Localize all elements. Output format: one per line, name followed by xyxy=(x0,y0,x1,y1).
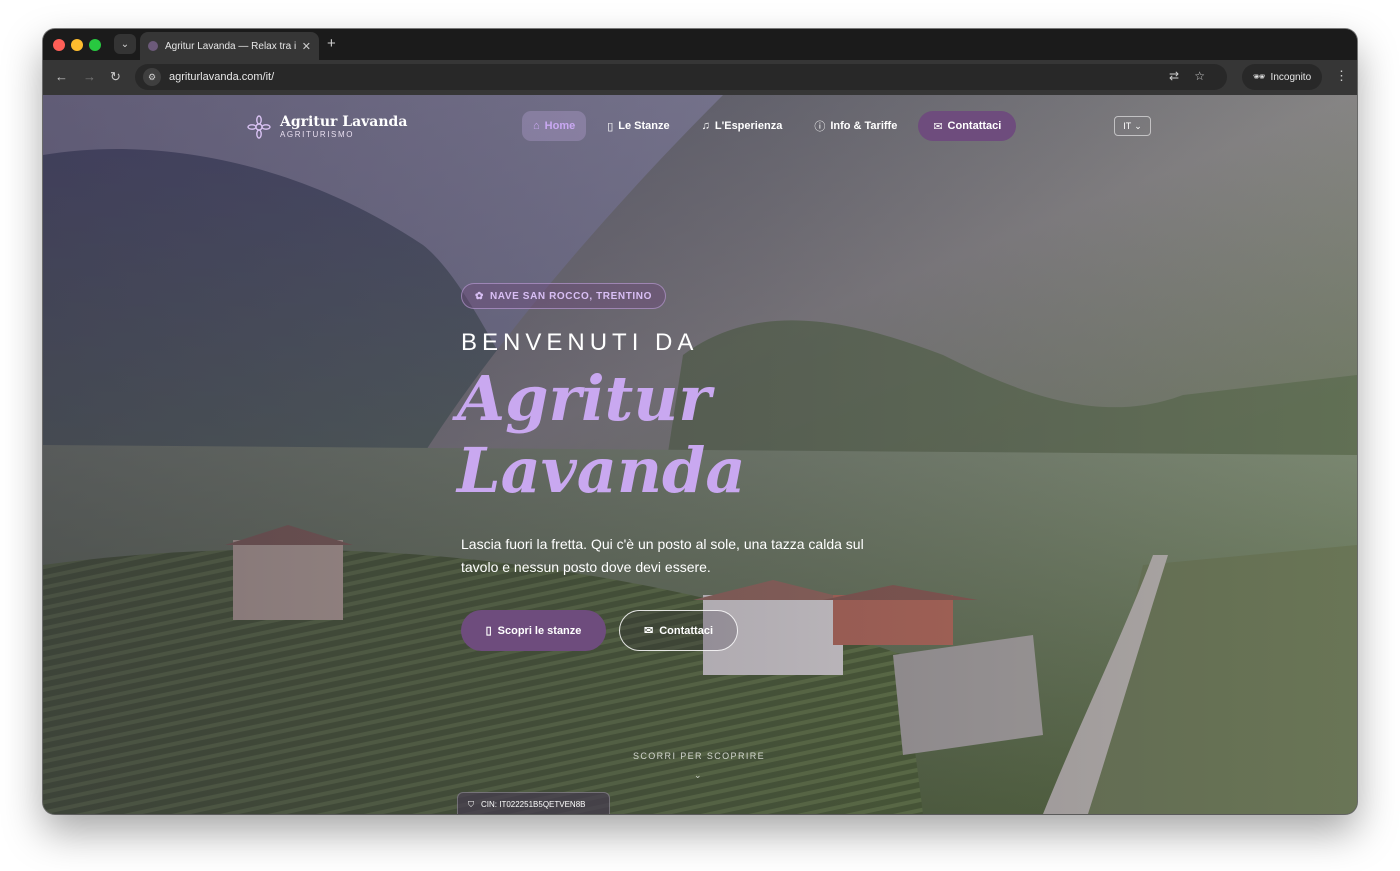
tab-close-icon[interactable]: ✕ xyxy=(302,40,311,53)
reload-icon[interactable]: ↻ xyxy=(110,69,121,85)
favicon-icon xyxy=(148,41,158,51)
lavender-flower-icon xyxy=(247,114,271,139)
primary-cta-label: Scopri le stanze xyxy=(497,624,582,637)
nav-label: Le Stanze xyxy=(618,120,670,132)
cin-text: CIN: IT022251B5QETVEN8B xyxy=(481,800,586,809)
browser-window: ⌄ Agritur Lavanda — Relax tra i ✕ + ← → … xyxy=(43,29,1357,814)
language-value: IT xyxy=(1123,121,1132,131)
nav-info-tariffe[interactable]: ⓘ Info & Tariffe xyxy=(803,111,908,141)
page-viewport: Agritur Lavanda AGRITURISMO ⌂ Home ▯ Le … xyxy=(43,95,1357,814)
logo-name: Agritur Lavanda xyxy=(280,114,408,130)
nav-le-stanze[interactable]: ▯ Le Stanze xyxy=(596,111,680,141)
main-navigation: ⌂ Home ▯ Le Stanze ♫ L'Esperienza ⓘ Info… xyxy=(522,111,1017,141)
site-logo[interactable]: Agritur Lavanda AGRITURISMO xyxy=(247,114,407,139)
hero-title-line2: Lavanda xyxy=(457,434,746,507)
nav-esperienza[interactable]: ♫ L'Esperienza xyxy=(691,111,794,141)
nav-label: Contattaci xyxy=(947,120,1002,132)
nav-label: L'Esperienza xyxy=(714,120,783,132)
location-text: NAVE SAN ROCCO, TRENTINO xyxy=(489,290,652,302)
maximize-window-button[interactable] xyxy=(89,39,101,51)
bookmark-star-icon[interactable]: ☆ xyxy=(1194,69,1205,83)
language-select[interactable]: IT ⌄ xyxy=(1114,116,1151,136)
site-info-icon[interactable]: ⚙ xyxy=(143,68,161,86)
incognito-label: Incognito xyxy=(1270,71,1312,83)
scroll-hint: SCORRI PER SCOPRIRE xyxy=(632,751,766,761)
chevron-down-icon[interactable]: ⌄ xyxy=(694,770,702,781)
browser-menu-icon[interactable]: ⋮ xyxy=(1335,68,1348,84)
tab-search-button[interactable]: ⌄ xyxy=(114,34,136,54)
incognito-badge[interactable]: 🕶 Incognito xyxy=(1242,64,1322,90)
chevron-down-icon: ⌄ xyxy=(1134,120,1142,131)
cin-badge: ⛉ CIN: IT022251B5QETVEN8B xyxy=(457,792,610,814)
mail-icon: ✉ xyxy=(933,120,943,133)
flower-icon: ✿ xyxy=(475,290,484,302)
hero-tagline: Lascia fuori la fretta. Qui c'è un posto… xyxy=(461,536,864,575)
translate-icon[interactable]: ⇄ xyxy=(1169,69,1179,83)
secondary-cta-label: Contattaci xyxy=(659,624,713,637)
browser-toolbar: ← → ↻ ⚙ agriturlavanda.com/it/ ⇄ ☆ 🕶 Inc… xyxy=(43,60,1357,95)
hero-title-line1: Agritur xyxy=(457,362,712,435)
nav-home[interactable]: ⌂ Home xyxy=(522,111,587,141)
shield-icon: ⛉ xyxy=(468,799,474,809)
logo-subtitle: AGRITURISMO xyxy=(280,130,355,139)
incognito-icon: 🕶 xyxy=(1252,71,1266,83)
door-icon: ▯ xyxy=(607,120,614,133)
tab-strip: ⌄ Agritur Lavanda — Relax tra i ✕ + xyxy=(43,29,1357,60)
new-tab-button[interactable]: + xyxy=(327,35,336,53)
url-text[interactable]: agriturlavanda.com/it/ xyxy=(169,71,274,83)
location-badge: ✿ NAVE SAN ROCCO, TRENTINO xyxy=(461,283,666,309)
door-icon: ▯ xyxy=(485,625,492,637)
nav-contattaci-button[interactable]: ✉ Contattaci xyxy=(918,111,1017,141)
nav-label: Info & Tariffe xyxy=(830,120,898,132)
tab-active[interactable]: Agritur Lavanda — Relax tra i ✕ xyxy=(140,32,319,60)
info-icon: ⓘ xyxy=(814,121,826,133)
nav-label: Home xyxy=(544,120,576,132)
minimize-window-button[interactable] xyxy=(71,39,83,51)
tab-title: Agritur Lavanda — Relax tra i xyxy=(165,40,296,52)
back-arrow-icon[interactable]: ← xyxy=(55,69,68,85)
home-icon: ⌂ xyxy=(533,120,540,132)
hero-title: Agritur Lavanda xyxy=(457,363,877,507)
bell-icon: ♫ xyxy=(701,120,710,132)
contattaci-button[interactable]: ✉ Contattaci xyxy=(619,610,738,651)
mail-icon: ✉ xyxy=(644,625,654,637)
address-bar[interactable]: ⚙ agriturlavanda.com/it/ ⇄ ☆ xyxy=(135,64,1227,90)
forward-arrow-icon[interactable]: → xyxy=(83,69,96,85)
scopri-stanze-button[interactable]: ▯ Scopri le stanze xyxy=(461,610,606,651)
hero-kicker: BENVENUTI DA xyxy=(461,329,699,356)
close-window-button[interactable] xyxy=(53,39,65,51)
